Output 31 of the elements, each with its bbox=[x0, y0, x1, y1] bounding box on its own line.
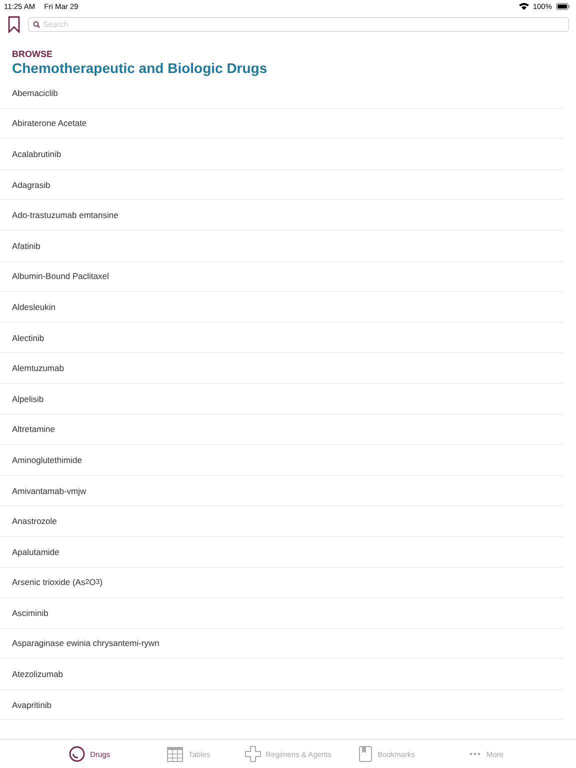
drug-list-item[interactable]: Asparaginase ewinia chrysantemi-rywn bbox=[0, 628, 564, 660]
circle-icon bbox=[69, 746, 86, 762]
cross-icon bbox=[244, 746, 261, 762]
table-icon bbox=[167, 746, 184, 762]
drug-list-item[interactable]: Abemaciclib bbox=[0, 78, 564, 109]
wifi-icon bbox=[518, 2, 529, 10]
search-icon bbox=[33, 20, 40, 28]
drug-list-item[interactable]: Apalutamide bbox=[0, 536, 564, 568]
page-title: Chemotherapeutic and Biologic Drugs bbox=[12, 60, 268, 76]
drug-list-item[interactable]: Adagrasib bbox=[0, 170, 564, 200]
drug-list-item[interactable]: Alemtuzumab bbox=[0, 353, 564, 384]
drug-list-item[interactable]: Altretamine bbox=[0, 414, 564, 446]
drug-list-item[interactable]: Alpelisib bbox=[0, 384, 564, 415]
drug-list-item[interactable]: Atezolizumab bbox=[0, 659, 564, 690]
battery-icon bbox=[556, 2, 570, 10]
drug-list-item[interactable]: Aminoglutethimide bbox=[0, 445, 564, 476]
drug-list-item[interactable]: Anastrozole bbox=[0, 506, 564, 537]
bookmark-icon[interactable] bbox=[8, 16, 20, 32]
drug-list-item[interactable]: Abiraterone Acetate bbox=[0, 108, 564, 140]
drug-list-item[interactable]: Albumin-Bound Paclitaxel bbox=[0, 262, 564, 292]
drug-list-item[interactable]: Asciminib bbox=[0, 598, 564, 629]
drug-list-item[interactable]: Amivantamab-vmjw bbox=[0, 476, 564, 506]
book-icon bbox=[359, 746, 372, 762]
drug-list-item[interactable]: Alectinib bbox=[0, 322, 564, 354]
drug-list-item[interactable]: Afatinib bbox=[0, 230, 564, 262]
drug-list-item[interactable]: Ado-trastuzumab emtansine bbox=[0, 200, 564, 231]
drug-list-item[interactable]: Aldesleukin bbox=[0, 292, 564, 323]
section-label: BROWSE bbox=[12, 49, 54, 59]
drug-list-item[interactable]: Acalabrutinib bbox=[0, 139, 564, 170]
more-icon bbox=[469, 752, 482, 756]
drug-list-item[interactable]: Avapritinib bbox=[0, 690, 564, 720]
